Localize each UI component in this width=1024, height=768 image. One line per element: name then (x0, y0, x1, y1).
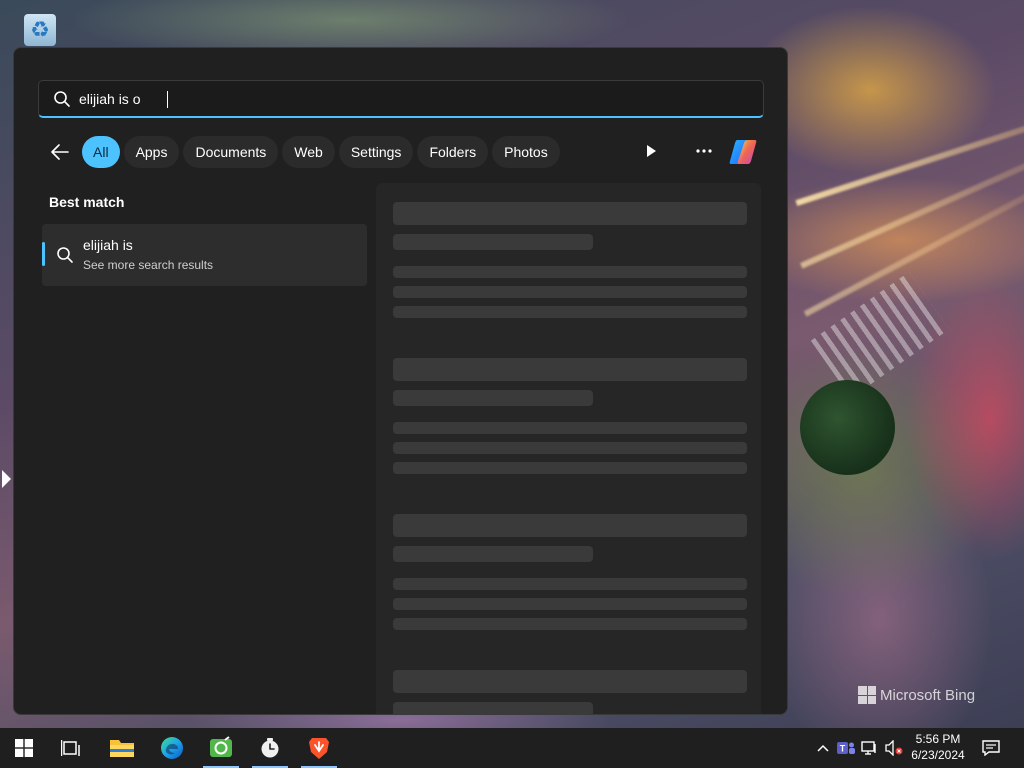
bing-watermark-text: Microsoft Bing (880, 686, 976, 704)
result-subtitle: See more search results (83, 258, 214, 272)
loading-placeholder (393, 358, 747, 381)
clock-app-button[interactable] (250, 728, 290, 768)
loading-placeholder (393, 442, 747, 454)
task-view-icon (61, 740, 80, 756)
loading-placeholder (393, 578, 747, 590)
more-options-button[interactable] (692, 141, 716, 161)
volume-button[interactable] (884, 738, 904, 758)
play-icon (647, 145, 656, 157)
task-view-button[interactable] (51, 728, 91, 768)
loading-placeholder (393, 462, 747, 474)
greenshot-icon (210, 736, 232, 757)
filter-settings[interactable]: Settings (338, 136, 414, 168)
text-caret (167, 91, 168, 108)
teams-icon: T (837, 742, 855, 754)
mouse-pointer-icon (2, 470, 11, 488)
filter-photos[interactable]: Photos (492, 136, 560, 168)
network-button[interactable] (860, 738, 880, 758)
brave-button[interactable] (299, 728, 339, 768)
search-icon (54, 90, 70, 107)
teams-tray-button[interactable]: T (836, 738, 856, 758)
bing-logo-icon (858, 686, 876, 704)
search-panel: All Apps Documents Web Settings Folders … (13, 47, 788, 715)
loading-placeholder (393, 390, 593, 406)
loading-placeholder (393, 266, 747, 278)
more-filters-button[interactable] (641, 141, 661, 161)
folder-icon (110, 740, 134, 757)
loading-placeholder (393, 598, 747, 610)
greenshot-button[interactable] (201, 728, 241, 768)
filter-folders[interactable]: Folders (417, 136, 489, 168)
bing-watermark: Microsoft Bing (858, 686, 975, 704)
search-box[interactable] (38, 80, 764, 118)
copilot-icon (729, 140, 757, 164)
brave-icon (309, 738, 329, 759)
filter-all[interactable]: All (82, 136, 120, 168)
edge-icon (161, 737, 183, 759)
ellipsis-icon (696, 149, 712, 153)
loading-placeholder (393, 202, 747, 225)
file-explorer-button[interactable] (102, 728, 142, 768)
recycle-bin-icon[interactable]: ♻ (24, 14, 56, 46)
loading-placeholder (393, 670, 747, 693)
loading-placeholder (393, 234, 593, 250)
taskbar: T 5:56 PM 6/23/2024 (0, 728, 1024, 768)
loading-placeholder (393, 306, 747, 318)
clock-time: 5:56 PM (915, 732, 961, 746)
search-input[interactable] (79, 90, 739, 107)
start-button[interactable] (4, 728, 44, 768)
result-title: elijiah is (83, 237, 133, 253)
show-hidden-icons-button[interactable] (813, 738, 833, 758)
loading-placeholder (393, 546, 593, 562)
wallpaper-tree (800, 380, 895, 475)
taskbar-clock[interactable]: 5:56 PM 6/23/2024 (905, 731, 971, 764)
clock-date: 6/23/2024 (911, 748, 965, 762)
arrow-left-icon (51, 144, 69, 160)
loading-placeholder (393, 514, 747, 537)
copilot-button[interactable] (726, 135, 760, 169)
volume-muted-icon (885, 740, 903, 756)
loading-placeholder (393, 702, 593, 714)
best-match-heading: Best match (49, 194, 125, 210)
clock-app-icon (261, 738, 279, 758)
loading-placeholder (393, 422, 747, 434)
network-icon (861, 741, 876, 755)
best-match-result[interactable]: elijiah is See more search results (42, 224, 367, 286)
back-button[interactable] (44, 136, 76, 168)
filter-apps[interactable]: Apps (123, 136, 180, 168)
notification-center-button[interactable] (981, 738, 1001, 758)
selection-indicator (42, 242, 45, 266)
filter-bar: All Apps Documents Web Settings Folders … (44, 135, 764, 169)
filter-web[interactable]: Web (282, 136, 335, 168)
filter-documents[interactable]: Documents (183, 136, 279, 168)
svg-text:T: T (840, 744, 846, 754)
loading-placeholder (393, 286, 747, 298)
edge-button[interactable] (152, 728, 192, 768)
notification-icon (982, 740, 1000, 756)
chevron-up-icon (817, 744, 829, 752)
windows-logo-icon (15, 739, 33, 757)
search-icon (57, 247, 73, 263)
preview-pane-loading (376, 183, 761, 714)
loading-placeholder (393, 618, 747, 630)
